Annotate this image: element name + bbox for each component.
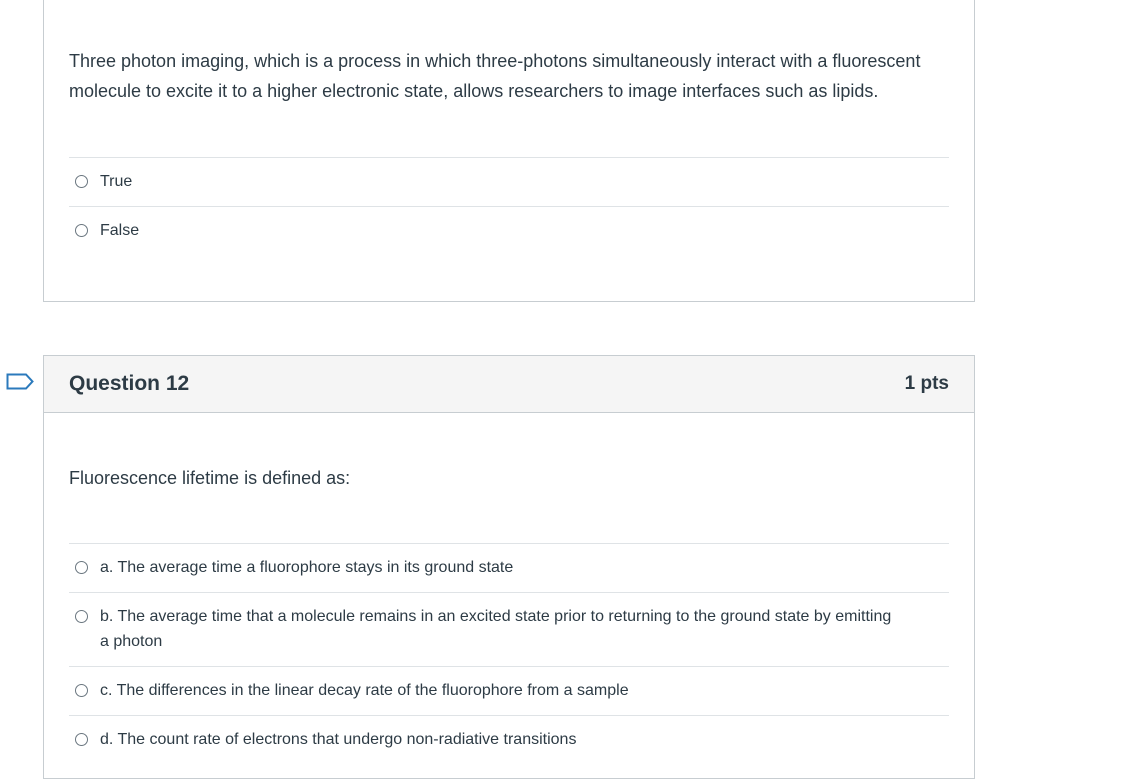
answer-label: True	[100, 173, 133, 190]
question-header: Question 12 1 pts	[44, 356, 974, 413]
answer-label: c. The differences in the linear decay r…	[100, 682, 629, 699]
answer-label: False	[100, 222, 140, 239]
question-points: 1 pts	[904, 373, 949, 394]
radio-unchecked-icon[interactable]	[75, 684, 88, 697]
answer-d[interactable]: d. The count rate of electrons that unde…	[69, 715, 949, 764]
question-11-text: Three photon imaging, which is a process…	[69, 51, 921, 101]
flag-question-icon[interactable]	[6, 373, 34, 390]
question-12-card: Question 12 1 pts Fluorescence lifetime …	[43, 355, 975, 779]
radio-unchecked-icon[interactable]	[75, 733, 88, 746]
question-12-text: Fluorescence lifetime is defined as:	[69, 468, 351, 488]
answer-c[interactable]: c. The differences in the linear decay r…	[69, 666, 949, 715]
radio-unchecked-icon[interactable]	[75, 224, 88, 237]
answer-a[interactable]: a. The average time a fluorophore stays …	[69, 543, 949, 592]
question-title: Question 12	[69, 372, 190, 395]
answer-b[interactable]: b. The average time that a molecule rema…	[69, 592, 949, 666]
question-11-card: Three photon imaging, which is a process…	[43, 0, 975, 302]
radio-unchecked-icon[interactable]	[75, 610, 88, 623]
answer-label: a. The average time a fluorophore stays …	[100, 559, 514, 576]
question-11-answers: True False	[69, 157, 949, 255]
answer-false[interactable]: False	[69, 206, 949, 255]
answer-true[interactable]: True	[69, 157, 949, 206]
answer-label: b. The average time that a molecule rema…	[100, 608, 892, 650]
answer-label: d. The count rate of electrons that unde…	[100, 731, 577, 748]
question-12-answers: a. The average time a fluorophore stays …	[69, 543, 949, 764]
radio-unchecked-icon[interactable]	[75, 561, 88, 574]
question-12-body: Fluorescence lifetime is defined as: a. …	[44, 413, 974, 764]
radio-unchecked-icon[interactable]	[75, 175, 88, 188]
question-11-body: Three photon imaging, which is a process…	[44, 0, 974, 255]
